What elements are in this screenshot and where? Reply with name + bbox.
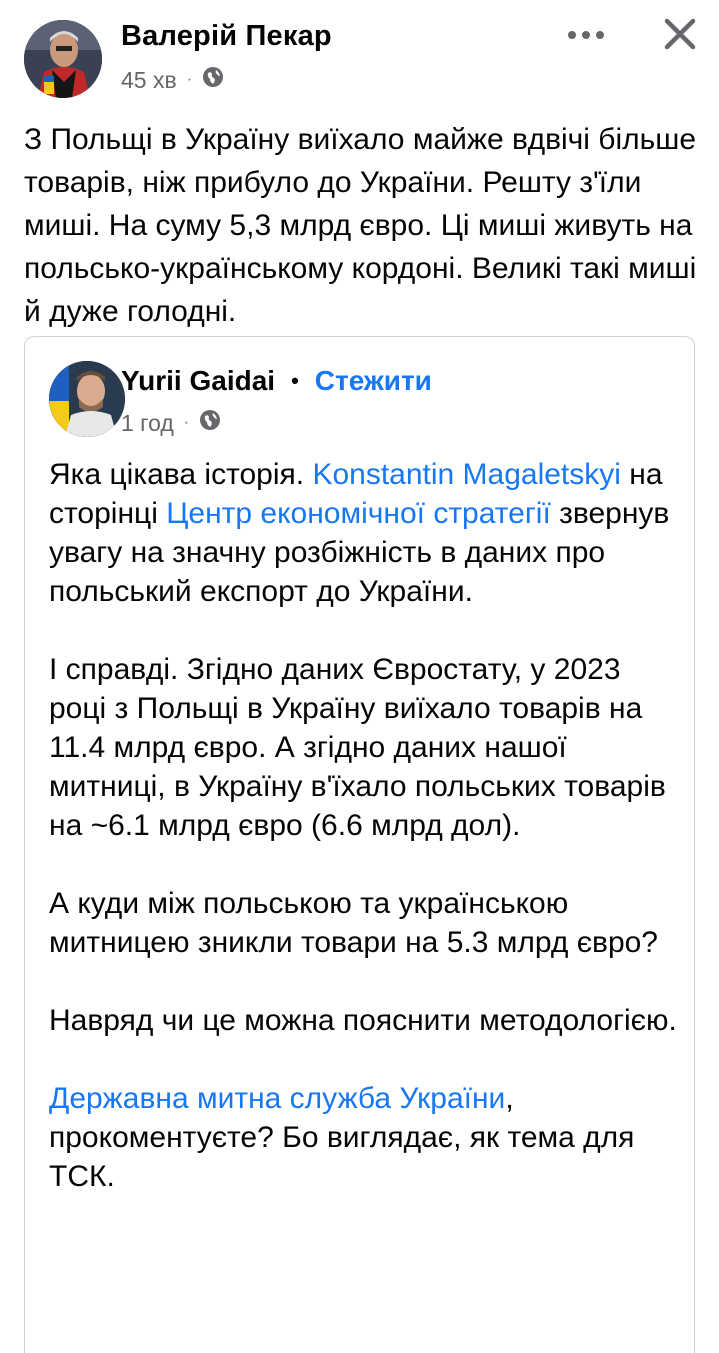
follow-button[interactable]: Стежити <box>315 365 432 397</box>
shared-paragraph-2: І справді. Згідно даних Євростату, у 202… <box>49 653 666 842</box>
mention-link-konstantin[interactable]: Konstantin Magaletskyi <box>312 458 621 491</box>
meta-separator: · <box>183 414 190 431</box>
paragraph-text: Яка цікава історія. <box>49 458 313 491</box>
meta-separator: · <box>186 71 193 88</box>
post-meta: 45 хв · <box>121 66 224 94</box>
shared-paragraph-1: Яка цікава історія. Konstantin Magaletsk… <box>49 455 679 611</box>
shared-paragraph-5: Державна митна служба України, прокомент… <box>49 1079 679 1196</box>
shared-post-card[interactable]: Yurii Gaidai • Стежити 1 год · Яка цікав… <box>24 336 695 1353</box>
globe-icon <box>199 409 221 437</box>
author-avatar[interactable] <box>24 20 102 98</box>
shared-paragraph-4: Навряд чи це можна пояснити методологією… <box>49 1004 677 1037</box>
shared-author-avatar[interactable] <box>49 361 125 437</box>
author-name[interactable]: Валерій Пекар <box>121 20 332 53</box>
close-icon <box>660 18 700 58</box>
globe-icon <box>202 66 224 94</box>
shared-author-line: Yurii Gaidai • Стежити <box>121 365 432 397</box>
shared-author-name[interactable]: Yurii Gaidai <box>121 365 275 397</box>
post-header: Валерій Пекар 45 хв · <box>0 0 719 110</box>
facebook-post-page: Валерій Пекар 45 хв · З Польщі в Україну… <box>0 0 719 1353</box>
shared-post-time[interactable]: 1 год <box>121 410 174 437</box>
close-button[interactable] <box>660 14 700 54</box>
shared-post-text: Яка цікава історія. Konstantin Magaletsk… <box>49 455 679 1235</box>
shared-post-meta: 1 год · <box>121 409 221 437</box>
more-options-button[interactable] <box>562 18 612 52</box>
post-time[interactable]: 45 хв <box>121 67 177 94</box>
mention-link-customs[interactable]: Державна митна служба України <box>49 1082 505 1115</box>
follow-separator: • <box>291 368 299 393</box>
mention-link-center[interactable]: Центр економічної стратегії <box>166 497 551 530</box>
shared-paragraph-3: А куди між польською та українською митн… <box>49 887 658 959</box>
more-dots-icon <box>562 31 612 56</box>
post-text: З Польщі в Україну виїхало майже вдвічі … <box>24 123 697 328</box>
